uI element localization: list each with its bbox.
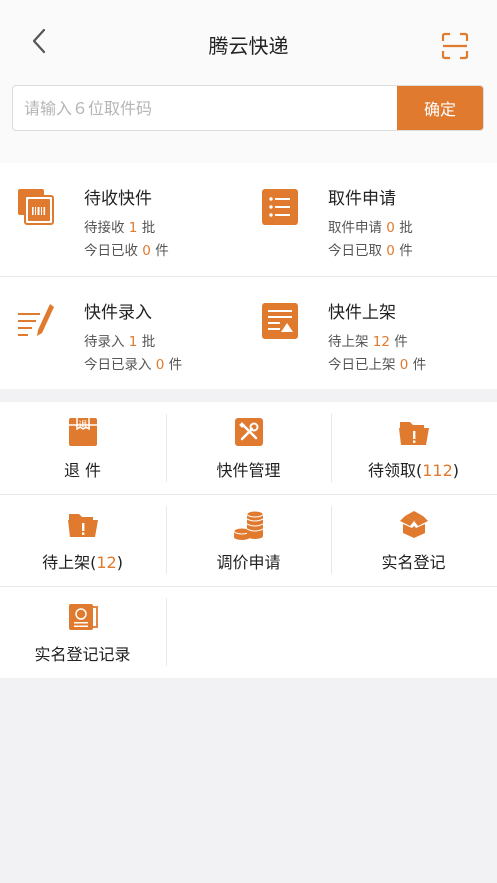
grid-item-label: 实名登记 [381,553,446,572]
grid-item-label: 调价申请 [216,553,281,572]
stat-value: 12 [372,334,390,350]
folder-alert-icon [398,422,429,445]
card-pickup-request[interactable]: 取件申请 取件申请 0 批 今日已取 0 件 [244,163,484,275]
card-stat-line: 待上架 12 件 [328,334,408,350]
return-box-icon: 退 [68,418,97,446]
card-stat-line: 今日已收 0 件 [84,243,169,259]
stat-value: 0 [155,357,165,373]
grid-item-label: 快件管理 [216,461,281,480]
card-title: 待收快件 [84,189,152,209]
card-title: 快件录入 [84,303,152,323]
stat-value: 1 [128,334,138,350]
scan-icon [441,32,469,60]
shelf-doc-icon [262,303,298,339]
grid-item-real-name-registration[interactable]: 实名登记 [331,494,496,586]
card-title: 快件上架 [328,303,396,323]
pickup-code-search: 确定 [12,85,484,131]
grid-item-return[interactable]: 退 退 件 [0,402,165,494]
grid-item-package-management[interactable]: 快件管理 [166,402,331,494]
grid-item-count: 112 [422,461,453,480]
card-stat-line: 待接收 1 批 [84,220,156,236]
scan-button[interactable] [441,32,469,60]
grid-item-pending-pickup[interactable]: 待领取(112) [331,402,496,494]
card-stat-line: 取件申请 0 批 [328,220,413,236]
id-card-icon [68,604,98,630]
grid-item-pending-shelving[interactable]: 待上架(12) [0,494,165,586]
card-pending-receive[interactable]: 待收快件 待接收 1 批 今日已收 0 件 [0,163,240,275]
card-stat-line: 今日已取 0 件 [328,243,413,259]
card-stat-line: 待录入 1 批 [84,334,156,350]
grid-divider [166,598,167,666]
grid-item-label: 待上架(12) [42,553,123,572]
summary-cards: 待收快件 待接收 1 批 今日已收 0 件 取件申请 取件申请 0 批 今日已取… [0,163,497,389]
card-stat-line: 今日已上架 0 件 [328,357,427,373]
coins-icon [233,510,263,540]
function-grid: 退 退 件 快件管理 待领取(112) 待上架(12) 调价申请 实名登记 实名… [0,402,497,678]
stat-value: 0 [399,357,409,373]
pen-lines-icon [18,304,54,336]
stat-value: 0 [142,243,151,259]
confirm-button[interactable]: 确定 [397,86,483,130]
stat-value: 0 [386,243,395,259]
svg-text:退: 退 [78,420,87,431]
folder-alert-icon [67,514,98,537]
stat-value: 1 [128,220,138,236]
grid-item-price-adjust[interactable]: 调价申请 [166,494,331,586]
card-title: 取件申请 [328,189,396,209]
package-stack-icon [18,189,54,225]
app-header: 腾云快递 确定 [0,0,497,163]
card-stat-line: 今日已录入 0 件 [84,357,183,373]
tools-icon [234,418,263,446]
grid-item-real-name-records[interactable]: 实名登记记录 [0,586,165,678]
card-package-shelving[interactable]: 快件上架 待上架 12 件 今日已上架 0 件 [244,277,484,389]
stat-value: 0 [386,220,395,236]
list-icon [262,189,298,225]
grid-item-label: 退 件 [63,461,102,480]
grid-item-label: 待领取(112) [367,461,460,480]
grid-item-label: 实名登记记录 [34,645,131,664]
pickup-code-input[interactable] [13,86,397,130]
open-box-icon [399,511,428,538]
page-title: 腾云快递 [208,34,289,58]
grid-item-count: 12 [96,553,117,572]
card-package-entry[interactable]: 快件录入 待录入 1 批 今日已录入 0 件 [0,277,240,389]
